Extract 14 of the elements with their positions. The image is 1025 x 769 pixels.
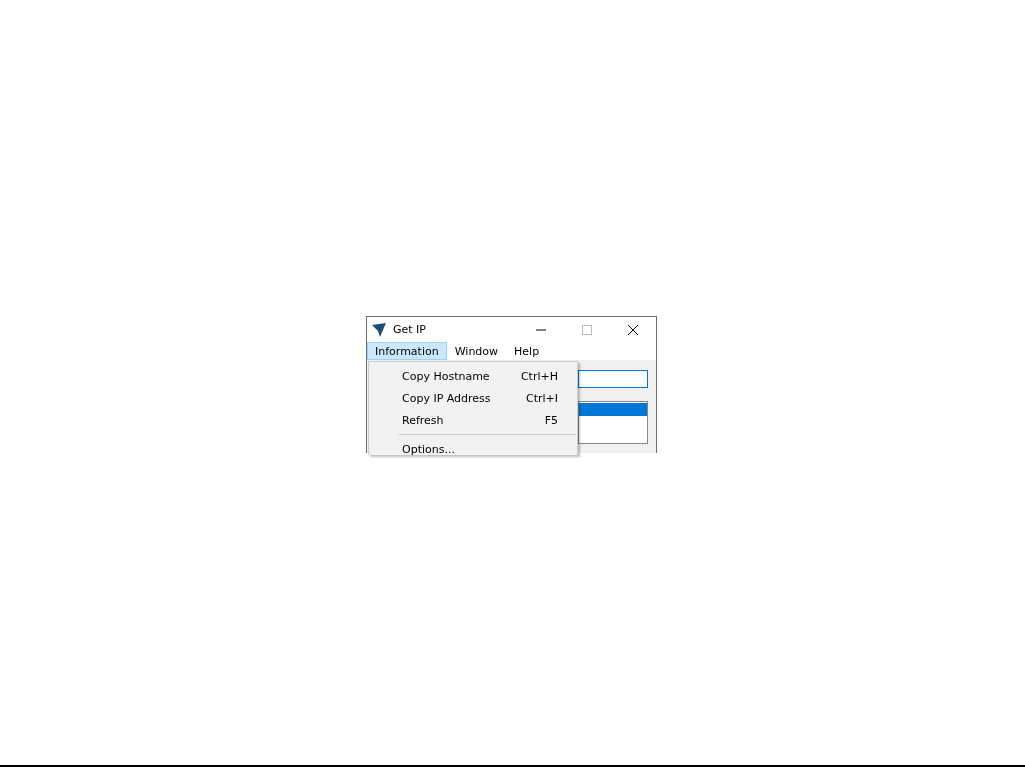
menu-option[interactable]: Options... xyxy=(402,442,455,456)
menu-item[interactable]: Information xyxy=(367,342,447,360)
shortcut-text: Ctrl+I xyxy=(525,391,558,405)
shortcut-text: Ctrl+H xyxy=(520,369,558,383)
menu-option[interactable]: Refresh xyxy=(402,413,444,427)
menu-item[interactable]: Help xyxy=(506,342,548,360)
list-box[interactable] xyxy=(578,401,648,444)
paper-plane-icon xyxy=(371,321,387,338)
menu-option[interactable]: Copy IP Address xyxy=(402,391,491,405)
window-title: Get IP xyxy=(393,323,427,336)
shortcut-text: F5 xyxy=(544,413,558,427)
input-field[interactable] xyxy=(578,370,648,388)
menu-option[interactable]: Copy Hostname xyxy=(402,369,490,383)
menu-item[interactable]: Window xyxy=(446,342,507,360)
